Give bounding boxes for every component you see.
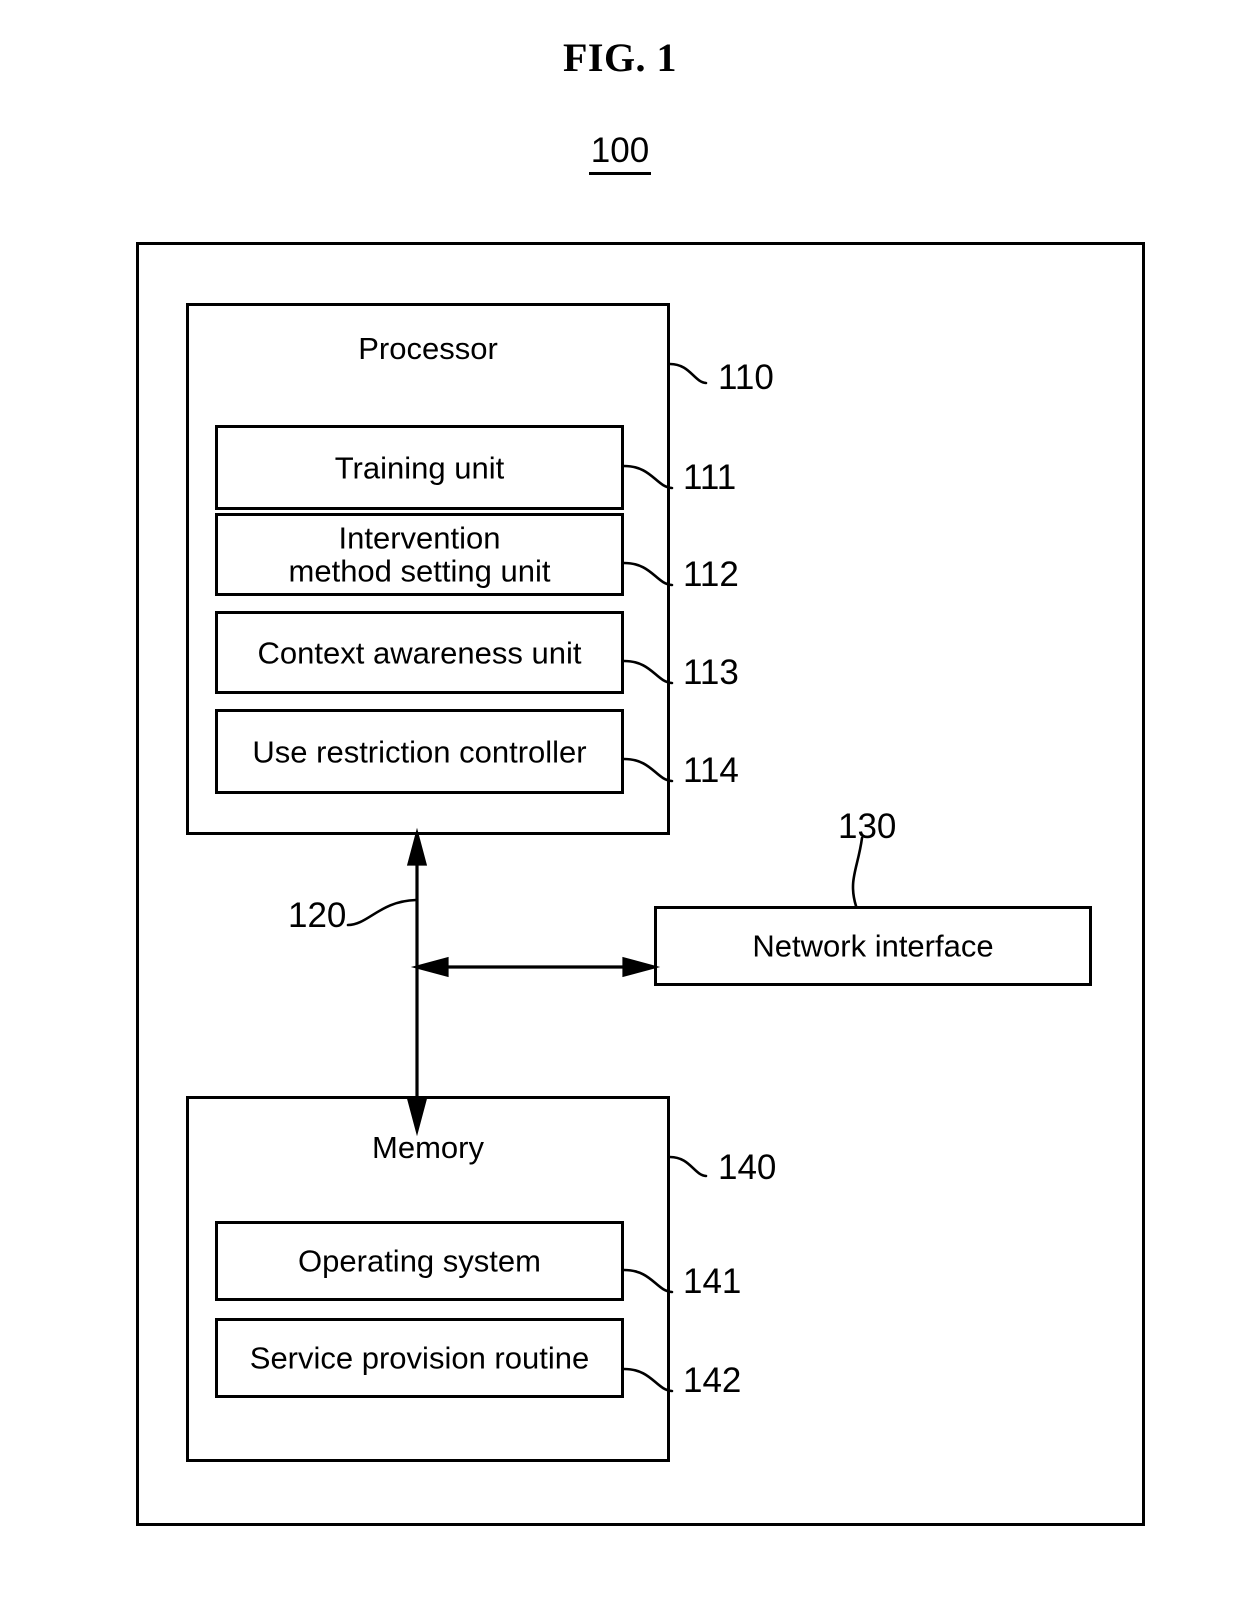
reference-number-110: 110 [718, 358, 774, 397]
patent-figure-page: FIG. 1 100 Processor Training unit Inter… [0, 0, 1240, 1609]
operating-system-box: Operating system [215, 1221, 624, 1301]
processor-title: Processor [358, 331, 498, 366]
network-interface-box: Network interface [654, 906, 1092, 986]
service-provision-routine-box: Service provision routine [215, 1318, 624, 1398]
reference-number-114: 114 [683, 751, 739, 790]
reference-number-112: 112 [683, 555, 739, 594]
reference-number-141: 141 [683, 1262, 742, 1301]
intervention-unit-label-line2: method setting unit [288, 553, 551, 589]
context-awareness-unit-box: Context awareness unit [215, 611, 624, 694]
context-awareness-unit-label: Context awareness unit [257, 634, 582, 670]
reference-number-142: 142 [683, 1361, 742, 1400]
reference-number-113: 113 [683, 653, 739, 692]
network-interface-label: Network interface [752, 928, 994, 964]
reference-number-130: 130 [838, 807, 897, 846]
intervention-unit-label-line1: Intervention [338, 520, 501, 556]
reference-number-140: 140 [718, 1148, 777, 1187]
training-unit-box: Training unit [215, 425, 624, 510]
training-unit-label: Training unit [334, 449, 505, 485]
intervention-method-setting-unit-label: Intervention method setting unit [218, 521, 621, 588]
reference-number-120: 120 [288, 896, 347, 935]
system-reference-number: 100 [560, 131, 680, 175]
reference-number-111: 111 [683, 458, 737, 497]
use-restriction-controller-label: Use restriction controller [252, 733, 587, 769]
memory-title: Memory [372, 1130, 484, 1165]
figure-title: FIG. 1 [562, 35, 678, 80]
intervention-method-setting-unit-box: Intervention method setting unit [215, 513, 624, 596]
system-reference-value: 100 [588, 133, 652, 175]
use-restriction-controller-box: Use restriction controller [215, 709, 624, 794]
service-provision-routine-label: Service provision routine [249, 1340, 590, 1376]
operating-system-label: Operating system [298, 1243, 541, 1279]
